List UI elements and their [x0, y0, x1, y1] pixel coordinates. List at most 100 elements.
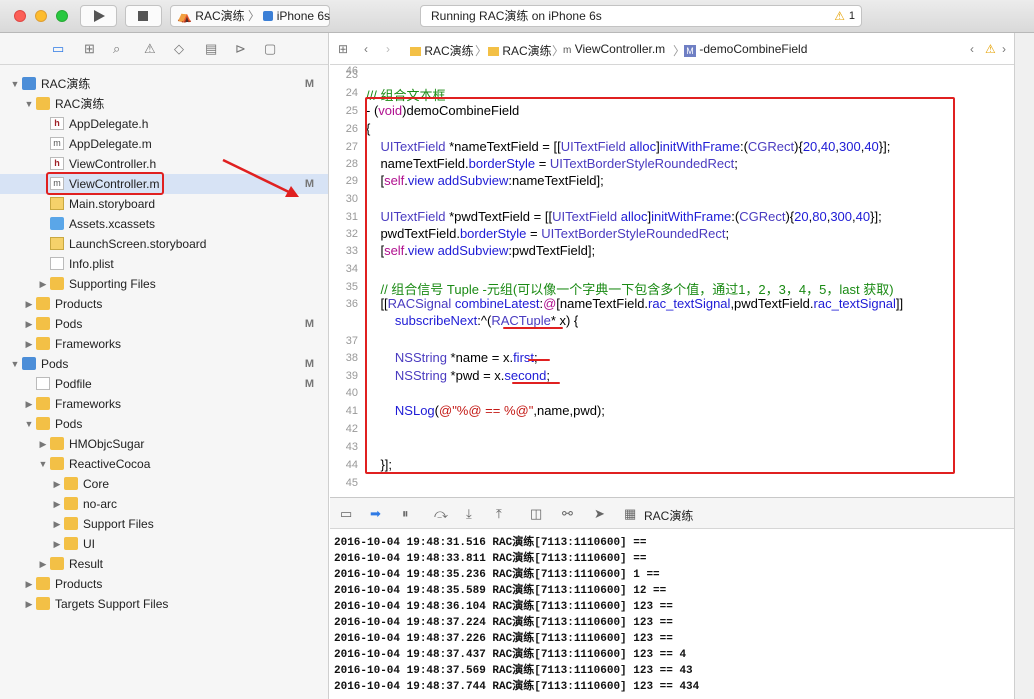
file-tree-row[interactable]: ▶ Core	[0, 474, 328, 494]
file-tree-row[interactable]: ▼ RAC演练	[0, 94, 328, 114]
next-issue-icon[interactable]: ›	[1002, 42, 1006, 56]
disclosure-closed-icon[interactable]: ▶	[52, 514, 62, 534]
file-tree-label: Frameworks	[55, 337, 122, 351]
disclosure-closed-icon[interactable]: ▶	[24, 314, 34, 334]
previous-issue-icon[interactable]: ‹	[970, 42, 974, 56]
disclosure-closed-icon[interactable]: ▶	[52, 474, 62, 494]
file-tree-row[interactable]: ▶ no-arc	[0, 494, 328, 514]
warning-icon[interactable]: ⚠	[834, 6, 845, 26]
grid-icon[interactable]: ⊞	[338, 42, 348, 56]
location-icon[interactable]: ➤	[594, 506, 605, 522]
file-tree-row[interactable]: LaunchScreen.storyboard	[0, 234, 328, 254]
minimize-window-button[interactable]	[35, 10, 47, 22]
folder-icon[interactable]: ▭	[52, 41, 64, 57]
step-into-icon[interactable]: ⤓	[466, 506, 472, 522]
file-tree-row[interactable]: ▶ Frameworks	[0, 394, 328, 414]
file-tree-row[interactable]: ▶ Targets Support Files	[0, 594, 328, 614]
stop-button[interactable]	[125, 5, 162, 27]
console-line: 2016-10-04 19:48:37.569 RAC演练[7113:11106…	[334, 665, 693, 677]
scheme-selector[interactable]: ⛺ RAC演练 〉 iPhone 6s	[170, 5, 330, 27]
view-debugger-icon[interactable]: ◫	[530, 506, 542, 522]
file-tree-row[interactable]: ▶ UI	[0, 534, 328, 554]
disclosure-closed-icon[interactable]: ▶	[24, 574, 34, 594]
forward-icon[interactable]: ›	[386, 42, 390, 56]
file-tree-label: Result	[69, 557, 104, 571]
project-icon	[22, 357, 36, 370]
warning-icon[interactable]: ⚠	[144, 41, 156, 57]
file-tree-row[interactable]: h AppDelegate.h	[0, 114, 328, 134]
disclosure-open-icon[interactable]: ▼	[10, 74, 20, 94]
disclosure-closed-icon[interactable]: ▶	[38, 434, 48, 454]
disclosure-closed-icon[interactable]: ▶	[24, 294, 34, 314]
file-icon	[50, 217, 64, 230]
breadcrumb-group[interactable]: RAC演练	[488, 42, 552, 59]
test-icon[interactable]: ◇	[174, 41, 184, 57]
step-out-icon[interactable]: ⤒	[496, 506, 502, 522]
header-file-icon: h	[50, 117, 64, 130]
annotation-highlight-box	[365, 97, 955, 474]
file-tree-row[interactable]: ▼ Pods M	[0, 354, 328, 374]
file-tree-row[interactable]: ▶ Support Files	[0, 514, 328, 534]
file-tree-row[interactable]: Podfile M	[0, 374, 328, 394]
disclosure-closed-icon[interactable]: ▶	[38, 554, 48, 574]
folder-icon	[50, 277, 64, 290]
console-line: 2016-10-04 19:48:35.236 RAC演练[7113:11106…	[334, 569, 660, 581]
pause-icon[interactable]: ⏸	[402, 506, 409, 522]
file-tree-label: Pods	[55, 317, 83, 331]
line-number: 37	[345, 335, 358, 347]
folder-icon	[64, 497, 78, 510]
disclosure-closed-icon[interactable]: ▶	[38, 274, 48, 294]
file-tree-row[interactable]: Assets.xcassets	[0, 214, 328, 234]
search-icon[interactable]: ⌕	[113, 41, 120, 57]
hierarchy-icon[interactable]: ⊞	[84, 41, 95, 57]
file-tree-row[interactable]: ▼ Pods	[0, 414, 328, 434]
breadcrumb-file[interactable]: m ViewController.m	[563, 42, 665, 56]
memory-graph-icon[interactable]: ⚯	[562, 506, 573, 522]
jump-bar: ⊞ ‹ › RAC演练 〉 RAC演练 〉 m ViewController.m…	[330, 33, 1014, 65]
file-tree-label: Frameworks	[55, 397, 122, 411]
breadcrumb-method[interactable]: M -demoCombineField	[684, 42, 807, 57]
file-tree-row[interactable]: ▶ Products	[0, 574, 328, 594]
disclosure-open-icon[interactable]: ▼	[24, 94, 34, 114]
file-tree-label: RAC演练	[55, 97, 105, 111]
disclosure-closed-icon[interactable]: ▶	[24, 334, 34, 354]
line-number: 32	[345, 228, 358, 240]
hide-debug-area-icon[interactable]: ▭	[340, 506, 352, 522]
disclosure-closed-icon[interactable]: ▶	[24, 594, 34, 614]
file-tree-row[interactable]: Info.plist	[0, 254, 328, 274]
disclosure-closed-icon[interactable]: ▶	[52, 494, 62, 514]
disclosure-open-icon[interactable]: ▼	[38, 454, 48, 474]
stop-icon	[138, 11, 148, 21]
line-number: 38	[345, 352, 358, 364]
debug-icon[interactable]: ▤	[205, 41, 217, 57]
close-window-button[interactable]	[14, 10, 26, 22]
file-tree-row[interactable]: ▶ HMObjcSugar	[0, 434, 328, 454]
disclosure-open-icon[interactable]: ▼	[10, 354, 20, 374]
file-tree-row[interactable]: ▼ ReactiveCocoa	[0, 454, 328, 474]
breakpoints-toggle-icon[interactable]: ➡	[370, 506, 381, 522]
console-output[interactable]: 2016-10-04 19:48:31.516 RAC演练[7113:11106…	[330, 529, 1014, 699]
file-tree-row[interactable]: ▶ Supporting Files	[0, 274, 328, 294]
file-tree-row[interactable]: ▼ RAC演练 M	[0, 74, 328, 94]
file-tree-row[interactable]: ▶ Result	[0, 554, 328, 574]
run-button[interactable]	[80, 5, 117, 27]
file-tree-row[interactable]: ▶ Frameworks	[0, 334, 328, 354]
file-tree-label: Products	[55, 577, 103, 591]
step-over-icon[interactable]: ⤼	[434, 506, 448, 522]
back-icon[interactable]: ‹	[364, 42, 368, 56]
warning-icon[interactable]: ⚠	[985, 42, 996, 56]
breakpoint-icon[interactable]: ⊳	[235, 41, 246, 57]
breadcrumb-project[interactable]: RAC演练	[410, 42, 474, 59]
file-tree-row[interactable]: ▶ Products	[0, 294, 328, 314]
file-tree-row[interactable]: ▶ Pods M	[0, 314, 328, 334]
disclosure-closed-icon[interactable]: ▶	[52, 534, 62, 554]
line-number: 24	[345, 87, 358, 99]
file-icon	[50, 197, 64, 210]
folder-icon	[36, 397, 50, 410]
disclosure-open-icon[interactable]: ▼	[24, 414, 34, 434]
report-icon[interactable]: ▢	[264, 41, 276, 57]
zoom-window-button[interactable]	[56, 10, 68, 22]
console-line: 2016-10-04 19:48:37.226 RAC演练[7113:11106…	[334, 633, 673, 645]
disclosure-closed-icon[interactable]: ▶	[24, 394, 34, 414]
folder-icon	[64, 477, 78, 490]
